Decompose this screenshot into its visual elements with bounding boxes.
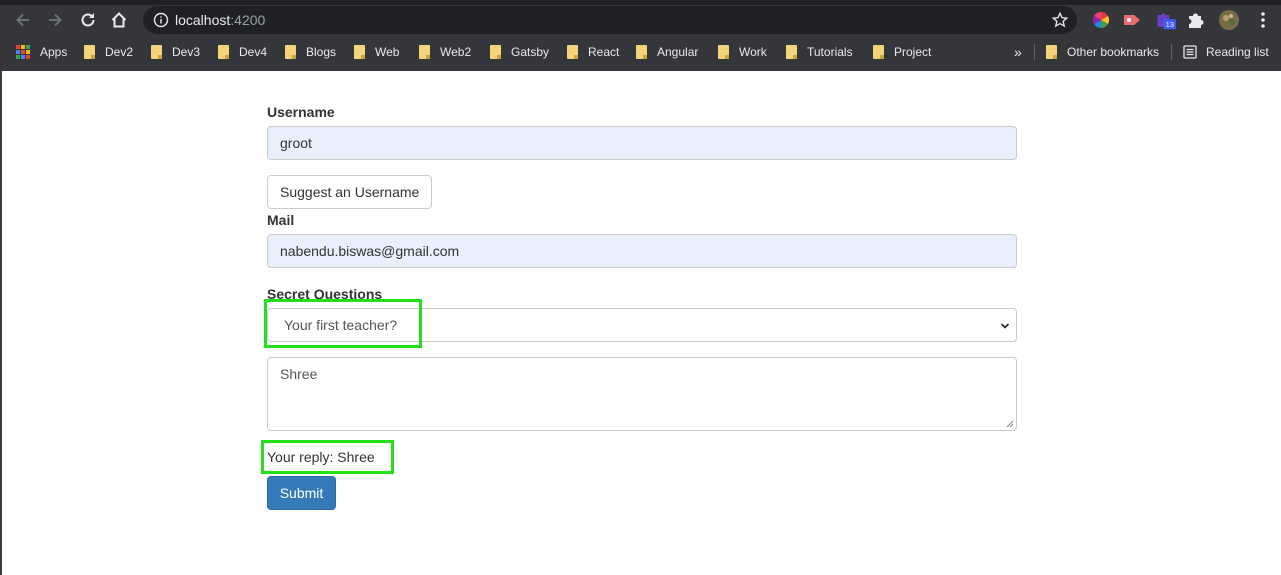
bookmark-label: Gatsby — [511, 45, 550, 59]
submit-button[interactable]: Submit — [267, 476, 336, 510]
bookmark-folder[interactable]: Work — [718, 42, 767, 62]
tab-strip-edge — [0, 0, 1281, 5]
bookmark-folder[interactable]: Dev2 — [84, 42, 133, 62]
folder-icon — [354, 45, 365, 59]
folder-icon — [419, 45, 430, 59]
bookmark-label: Angular — [657, 45, 699, 59]
bookmark-label: Dev3 — [172, 45, 201, 59]
info-icon[interactable] — [153, 12, 169, 28]
folder-icon — [786, 45, 797, 59]
username-input[interactable]: groot — [267, 126, 1017, 160]
secret-answer-text: Shree — [280, 366, 318, 382]
bookmark-folder[interactable]: React — [567, 42, 619, 62]
bookmark-apps[interactable]: Apps — [16, 42, 67, 62]
color-wheel-extension-icon[interactable] — [1090, 9, 1112, 31]
bookmark-folder[interactable]: Gatsby — [490, 42, 549, 62]
bookmark-folder[interactable]: Web — [354, 42, 399, 62]
extension-badge-count: 13 — [1166, 20, 1174, 29]
bookmark-label: React — [588, 45, 620, 59]
folder-icon — [151, 45, 162, 59]
bookmark-label: Web — [375, 45, 400, 59]
bookmarks-bar: Apps Dev2 Dev3 Dev4 Blogs Web Web2 Gatsb… — [0, 40, 1281, 64]
chevron-down-icon — [1000, 323, 1010, 329]
bookmark-label: Work — [739, 45, 767, 59]
reply-highlight-box — [261, 440, 394, 474]
folder-icon — [84, 45, 95, 59]
bookmark-separator — [1034, 44, 1035, 60]
back-button[interactable] — [11, 8, 35, 32]
address-bar[interactable]: localhost:4200 — [143, 6, 1077, 34]
bookmark-folder[interactable]: Blogs — [285, 42, 336, 62]
folder-icon — [718, 45, 729, 59]
folder-icon — [636, 45, 647, 59]
reload-button[interactable] — [76, 8, 100, 32]
url-port: :4200 — [230, 12, 266, 28]
select-highlight-box — [264, 299, 422, 348]
url-host: localhost — [175, 12, 231, 28]
more-vertical-icon[interactable] — [1252, 9, 1274, 31]
mail-input[interactable]: nabendu.biswas@gmail.com — [267, 234, 1017, 268]
bookmark-other-label: Other bookmarks — [1067, 45, 1160, 59]
reload-icon — [81, 13, 95, 27]
bookmark-folder[interactable]: Angular — [636, 42, 698, 62]
bookmark-folder[interactable]: Dev4 — [218, 42, 267, 62]
suggest-username-button[interactable]: Suggest an Username — [267, 175, 433, 209]
bookmark-folder[interactable]: Tutorials — [786, 42, 853, 62]
folder-icon — [285, 45, 296, 59]
page-left-border — [0, 71, 2, 575]
folder-icon — [218, 45, 229, 59]
bookmark-folder[interactable]: Web2 — [419, 42, 471, 62]
folder-icon — [1046, 45, 1057, 59]
folder-icon — [490, 45, 501, 59]
bookmark-apps-label: Apps — [40, 45, 68, 59]
arrow-left-icon — [16, 13, 29, 27]
folder-icon — [873, 45, 884, 59]
profile-avatar[interactable] — [1218, 9, 1240, 31]
username-label: Username — [267, 104, 335, 120]
forward-button[interactable] — [43, 8, 67, 32]
folder-icon — [567, 45, 578, 59]
bookmark-separator — [1171, 44, 1172, 60]
puzzle-badge-extension-icon[interactable]: 13 — [1155, 9, 1177, 31]
bookmark-label: Project — [894, 45, 932, 59]
star-icon[interactable] — [1051, 11, 1069, 29]
bookmark-label: Dev4 — [239, 45, 268, 59]
bookmark-label: Blogs — [306, 45, 337, 59]
browser-toolbar: localhost:4200 13 Apps Dev2 Dev3 Dev4 Bl… — [0, 0, 1281, 71]
bookmark-folder[interactable]: Dev3 — [151, 42, 200, 62]
extensions-puzzle-icon[interactable] — [1185, 9, 1207, 31]
bookmark-other[interactable]: Other bookmarks — [1046, 42, 1159, 62]
reading-list-button[interactable]: Reading list — [1183, 42, 1269, 62]
resize-grip-icon[interactable] — [1006, 420, 1014, 428]
secret-answer-textarea[interactable]: Shree — [267, 357, 1017, 431]
tag-extension-icon[interactable] — [1121, 9, 1143, 31]
reading-list-icon — [1183, 45, 1197, 59]
bookmarks-overflow-button[interactable]: » — [1014, 42, 1022, 62]
bookmark-label: Tutorials — [807, 45, 853, 59]
apps-grid-icon — [16, 45, 30, 59]
home-icon — [111, 12, 127, 28]
arrow-right-icon — [49, 13, 62, 27]
bookmark-label: Dev2 — [105, 45, 134, 59]
url-text: localhost:4200 — [175, 12, 265, 28]
chevron-double-right-icon: » — [1014, 44, 1022, 60]
bookmark-folder[interactable]: Project — [873, 42, 931, 62]
mail-label: Mail — [267, 212, 295, 228]
bookmark-label: Web2 — [440, 45, 472, 59]
reading-list-label: Reading list — [1206, 45, 1269, 59]
home-button[interactable] — [107, 8, 131, 32]
